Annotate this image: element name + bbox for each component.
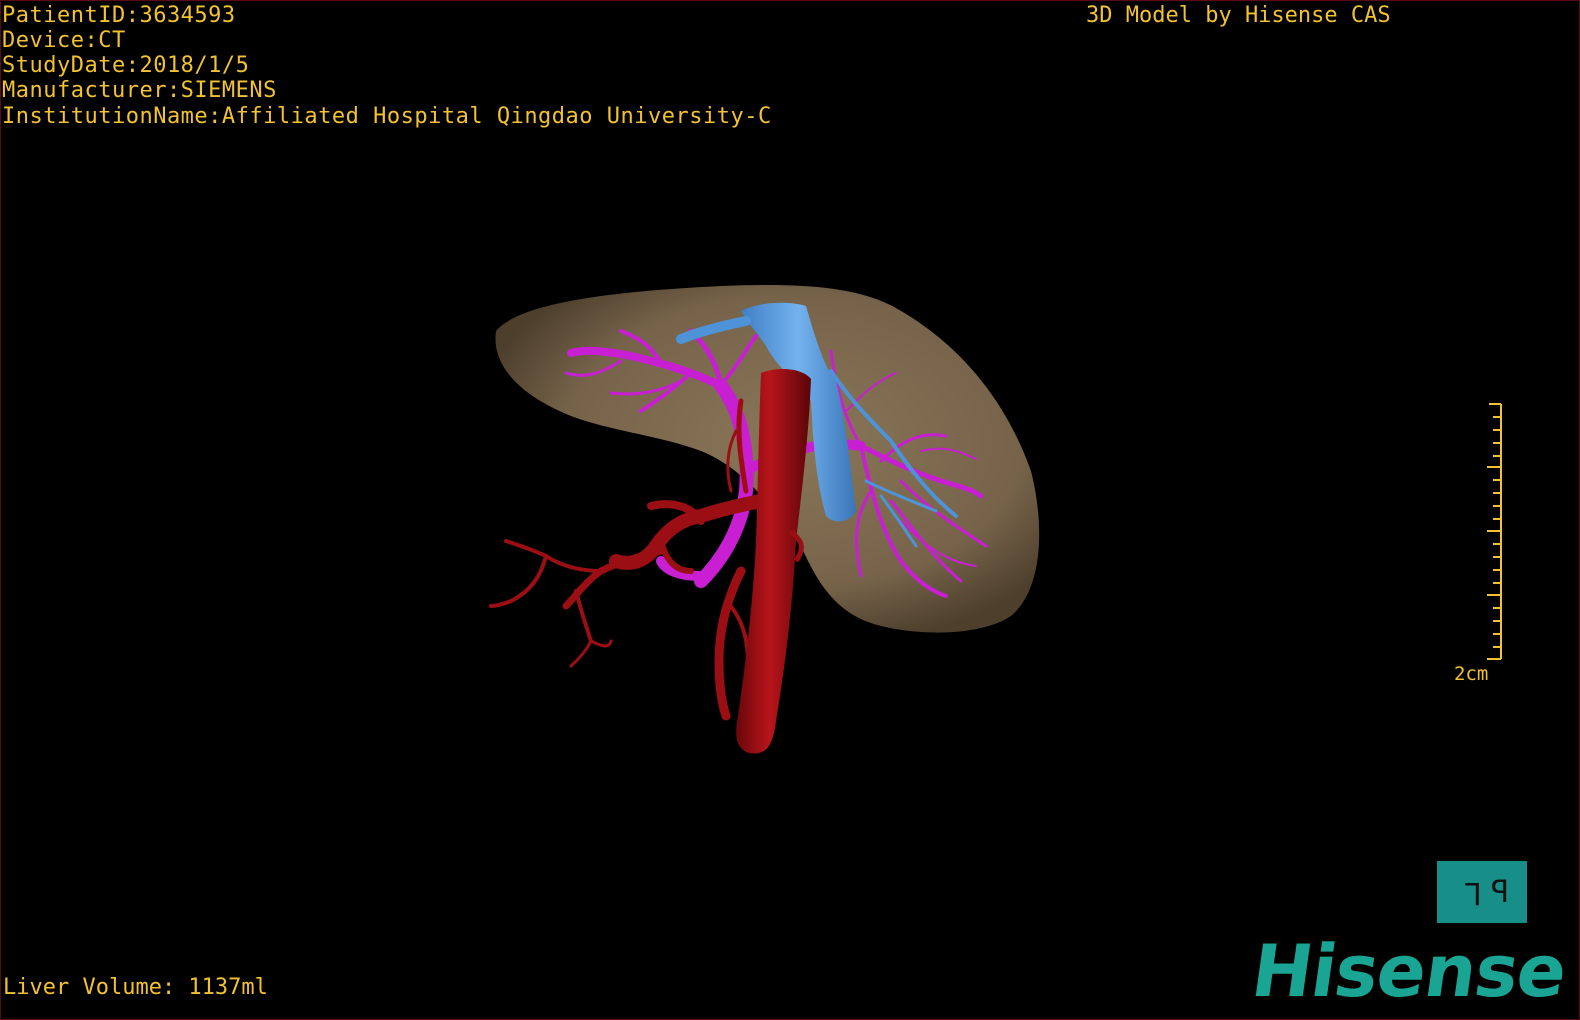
scale-bar-label: 2cm	[1454, 663, 1489, 685]
institution-text: InstitutionName:Affiliated Hospital Qing…	[2, 104, 772, 129]
orientation-cube-button[interactable]: LP	[1437, 861, 1527, 923]
orientation-posterior-label: P	[1481, 874, 1510, 910]
model-credit-text: 3D Model by Hisense CAS	[1086, 3, 1391, 28]
hisense-logo: Hisense	[1246, 929, 1572, 1013]
patient-id-text: PatientID:3634593	[2, 3, 236, 28]
liver-3d-model[interactable]	[1, 1, 1580, 1020]
scale-bar	[1487, 403, 1502, 660]
orientation-left-label: L	[1454, 874, 1482, 910]
3d-viewport[interactable]: PatientID:3634593 Device:CT StudyDate:20…	[0, 0, 1580, 1020]
liver-volume-text: Liver Volume: 1137ml	[3, 975, 268, 1000]
device-text: Device:CT	[2, 28, 126, 53]
manufacturer-text: Manufacturer:SIEMENS	[2, 78, 277, 103]
study-date-text: StudyDate:2018/1/5	[2, 53, 250, 78]
